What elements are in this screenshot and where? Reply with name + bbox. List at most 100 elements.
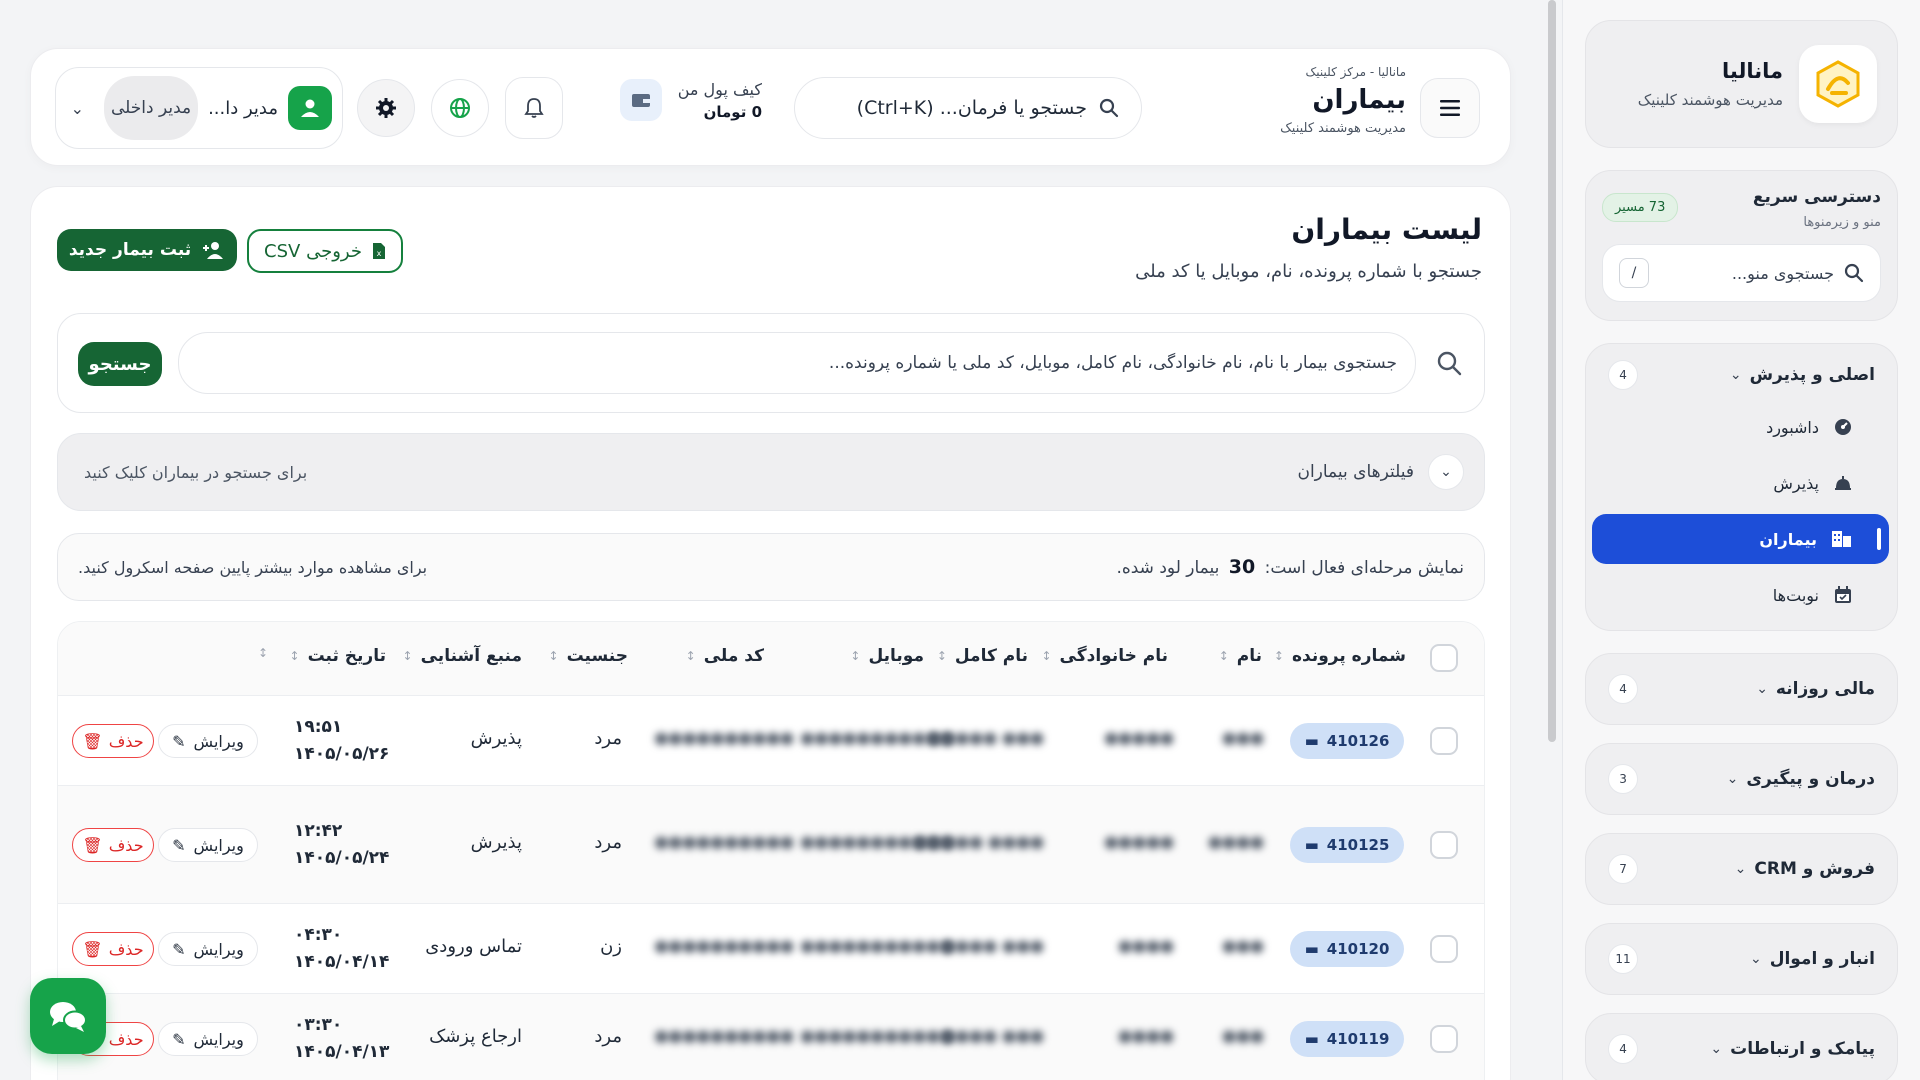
settings-button[interactable] [357,79,415,137]
user-menu[interactable]: مدیر دا... مدیر داخلی ⌄ [55,67,343,149]
page-scrollbar[interactable] [1546,0,1558,1080]
add-patient-button[interactable]: ثبت بیمار جدید [57,229,237,271]
sidebar-group-treatment[interactable]: درمان و پیگیری ⌄ 3 [1585,743,1898,815]
export-csv-label: خروجی CSV [264,240,362,262]
row-checkbox[interactable] [1430,935,1458,963]
edit-button[interactable]: ویرایش ✎ [158,1022,258,1056]
full-name-cell: ●●● ●●●● [941,1026,1044,1045]
sidebar-group-count: 4 [1608,360,1638,390]
column-header-national-id[interactable]: کد ملی ↕ [686,646,764,666]
national-id-cell: ●●●●●●●●●● [654,1026,794,1045]
wallet-balance: 0 تومان [703,102,762,121]
filter-hint: برای جستجو در بیماران کلیک کنید [84,462,308,482]
menu-toggle-button[interactable] [1420,78,1480,138]
export-csv-button[interactable]: x خروجی CSV [247,229,403,273]
reception-bell-icon [1835,476,1851,490]
delete-button[interactable]: حذف🗑 [72,932,154,966]
brand-logo[interactable] [1799,45,1877,123]
chevron-down-icon: ⌄ [1726,771,1739,787]
select-all-checkbox[interactable] [1430,644,1458,672]
sidebar-group-inventory[interactable]: انبار و اموال ⌄ 11 [1585,923,1898,995]
folder-icon: ▬ [1304,1030,1319,1048]
mobile-cell: ●●●●●●●●●●● [800,728,954,747]
gender-cell: مرد [594,1026,622,1047]
delete-button[interactable]: حذف🗑 [72,828,154,862]
folder-icon: ▬ [1304,732,1319,750]
chevron-down-icon[interactable]: ⌄ [1428,454,1464,490]
source-cell: ارجاع پزشک [429,1026,522,1047]
menu-search-input[interactable]: جستجوی منو... / [1602,244,1881,302]
avatar [288,86,332,130]
sidebar-group-label: اصلی و پذیرش [1749,365,1875,385]
column-header-source[interactable]: منبع آشنایی ↕ [403,646,522,666]
notifications-button[interactable] [505,77,563,139]
route-count-badge: 73 مسیر [1602,193,1679,222]
svg-text:x: x [377,249,382,258]
search-icon [1844,263,1864,283]
sidebar-item-patients[interactable]: بیماران [1592,514,1889,564]
command-search-input[interactable]: جستجو یا فرمان... (Ctrl+K) [794,77,1142,139]
file-number-badge[interactable]: 410125 ▬ [1290,827,1404,863]
sidebar-item-appointments[interactable]: نوبت‌ها [1594,570,1889,620]
scrollbar-thumb[interactable] [1548,0,1556,742]
sort-icon: ↕ [289,649,300,663]
file-number-badge[interactable]: 410120 ▬ [1290,931,1404,967]
file-number-badge[interactable]: 410119 ▬ [1290,1021,1404,1057]
search-button[interactable]: جستجو [78,342,162,386]
add-patient-label: ثبت بیمار جدید [68,240,192,260]
sidebar-group-sales[interactable]: فروش و CRM ⌄ 7 [1585,833,1898,905]
page-subtitle: مدیریت هوشمند کلینیک [1280,121,1406,136]
menu-search-placeholder: جستجوی منو... [1731,263,1834,283]
date-cell: ۰۳:۳۰ ۱۴۰۵/۰۴/۱۳ [294,1015,390,1063]
file-number-badge[interactable]: 410126 ▬ [1290,723,1404,759]
column-header-first-name[interactable]: نام ↕ [1219,646,1262,666]
delete-button[interactable]: حذف🗑 [72,724,154,758]
last-name-cell: ●●●●● [1104,728,1174,747]
sort-icon: ↕ [257,646,268,660]
row-checkbox[interactable] [1430,831,1458,859]
gender-cell: زن [600,936,622,957]
loaded-count: 30 [1228,556,1256,578]
edit-button[interactable]: ویرایش ✎ [158,932,258,966]
sidebar-group-label: انبار و اموال [1769,949,1875,969]
column-header-full-name[interactable]: نام کامل ↕ [937,646,1028,666]
page-title: بیماران [1312,85,1406,115]
patient-search-input[interactable]: جستجوی بیمار با نام، نام خانوادگی، نام ک… [178,332,1416,394]
patient-search-panel: جستجوی بیمار با نام، نام خانوادگی، نام ک… [57,313,1485,413]
column-header-date[interactable]: تاریخ ثبت ↕ [290,646,387,666]
top-bar: مانالیا - مرکز کلینیک بیماران مدیریت هوش… [30,48,1511,166]
sidebar-group-label: پیامک و ارتباطات [1730,1039,1875,1059]
first-name-cell: ●●● [1222,1026,1264,1045]
wallet-widget[interactable]: کیف پول من 0 تومان [619,79,762,121]
column-header-file[interactable]: شماره پرونده ↕ [1274,646,1406,666]
sidebar-group-header[interactable]: اصلی و پذیرش ⌄ 4 [1594,354,1889,396]
language-button[interactable] [431,79,489,137]
sidebar-group-finance[interactable]: مالی روزانه ⌄ 4 [1585,653,1898,725]
first-name-cell: ●●●● [1208,832,1264,851]
sidebar-group-sms[interactable]: پیامک و ارتباطات ⌄ 4 [1585,1013,1898,1080]
national-id-cell: ●●●●●●●●●● [654,936,794,955]
edit-button[interactable]: ویرایش ✎ [158,724,258,758]
sidebar-group-count: 7 [1608,854,1638,884]
list-subtitle: جستجو با شماره پرونده، نام، موبایل یا کد… [1135,261,1482,282]
source-cell: پذیرش [470,832,522,853]
column-header-gender[interactable]: جنسیت ↕ [549,646,629,666]
sidebar-item-dashboard[interactable]: داشبورد [1594,402,1889,452]
gear-icon [376,98,396,118]
command-search-placeholder: جستجو یا فرمان... (Ctrl+K) [856,97,1087,119]
add-user-icon [203,242,224,259]
column-header-last-name[interactable]: نام خانوادگی ↕ [1041,646,1168,666]
support-chat-button[interactable] [30,978,106,1054]
edit-icon: ✎ [172,835,186,855]
quick-access-subtitle: منو و زیرمنوها [1803,215,1881,230]
edit-button[interactable]: ویرایش ✎ [158,828,258,862]
source-cell: تماس ورودی [425,936,522,957]
column-header-mobile[interactable]: موبایل ↕ [850,646,924,666]
patient-filters-toggle[interactable]: ⌄ فیلترهای بیماران برای جستجو در بیماران… [57,433,1485,511]
sidebar-item-reception[interactable]: پذیرش [1594,458,1889,508]
chevron-down-icon: ⌄ [1749,951,1762,967]
sidebar-item-label: نوبت‌ها [1772,585,1819,605]
row-checkbox[interactable] [1430,727,1458,755]
row-checkbox[interactable] [1430,1025,1458,1053]
user-role-badge: مدیر داخلی [104,76,199,140]
